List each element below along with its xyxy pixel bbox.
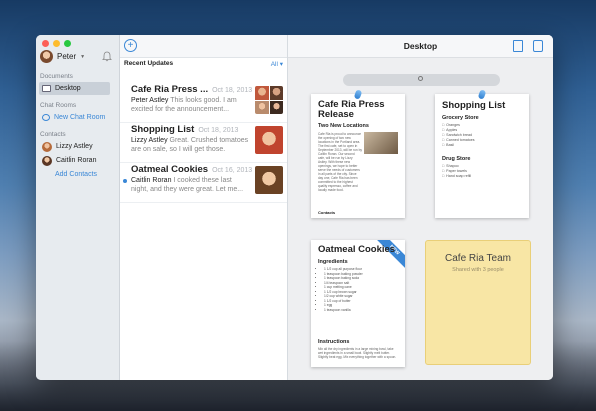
conversation-preview: Lizzy Astley Great. Crushed tomatoes are…	[131, 136, 249, 154]
note-subtitle: Ingredients	[318, 259, 348, 265]
conversation-item[interactable]: Cafe Ria Press ... Oct 18, 2013 Peter Ast…	[120, 82, 287, 123]
documents-section-title: Documents	[40, 73, 73, 80]
sidebar-item-label: New Chat Room	[54, 114, 106, 121]
conversation-author: Lizzy Astley	[131, 137, 168, 144]
chat-rooms-section-title: Chat Rooms	[40, 102, 77, 109]
member-avatar	[255, 86, 269, 100]
new-chat-button[interactable]: +	[124, 39, 137, 52]
chat-bubble-icon	[42, 114, 50, 121]
note-oatmeal-cookies[interactable]: NEW Oatmeal Cookies Ingredients 1 1/2 cu…	[311, 240, 405, 367]
desktop-icon	[42, 85, 51, 92]
folder-subtitle: Shared with 3 people	[452, 267, 504, 273]
chevron-down-icon: ▼	[80, 53, 86, 60]
conversation-date: Oct 16, 2013	[212, 167, 253, 174]
folder-title: Cafe Ria Team	[445, 253, 511, 264]
zoom-window-button[interactable]	[64, 40, 71, 47]
conversation-title-text: Cafe Ria Press ...	[131, 84, 209, 95]
recent-updates-panel: + Recent Updates All ▾ Cafe Ria Press ..…	[120, 35, 288, 380]
add-document-icon[interactable]	[513, 40, 523, 52]
note-title: Shopping List	[442, 100, 506, 111]
ingredients-list: 1 1/2 cup all purpose flour 1 teaspoon b…	[318, 267, 363, 312]
note-section: Contacts	[318, 210, 336, 215]
contact-avatar	[42, 155, 52, 166]
note-subtitle: Grocery Store	[442, 115, 479, 121]
contact-avatar	[42, 141, 52, 152]
group-avatar	[255, 86, 283, 114]
add-contacts-link[interactable]: Add Contacts	[39, 168, 110, 181]
search-icon	[418, 76, 423, 81]
filter-label: All	[270, 61, 278, 68]
filter-dropdown[interactable]: All ▾	[271, 60, 283, 68]
minimize-window-button[interactable]	[53, 40, 60, 47]
conversation-title: Cafe Ria Press ... Oct 18, 2013	[131, 84, 252, 95]
note-subtitle: Instructions	[318, 339, 350, 345]
conversation-date: Oct 18, 2013	[198, 127, 239, 134]
sidebar-item-lizzy-astley[interactable]: Lizzy Astley	[39, 140, 110, 153]
user-menu[interactable]: Peter ▼	[40, 50, 85, 63]
recent-updates-header: Recent Updates All ▾	[120, 59, 287, 69]
app-window: Peter ▼ Documents Desktop Chat Rooms New…	[36, 35, 553, 380]
search-bar[interactable]	[343, 74, 500, 86]
note-subtitle: Drug Store	[442, 156, 471, 162]
conversation-item[interactable]: Oatmeal Cookies Oct 16, 2013 Caitlin Rora…	[120, 162, 287, 203]
add-contacts-label: Add Contacts	[55, 171, 98, 178]
contact-avatar	[255, 166, 283, 194]
unread-indicator	[123, 179, 127, 183]
desktop-area: Desktop Cafe Ria Press Release Two New L…	[288, 35, 553, 380]
press-photo	[364, 132, 398, 154]
conversation-preview: Caitlin Roran I cooked these last night,…	[131, 176, 249, 194]
pin-icon	[477, 89, 487, 100]
sidebar-item-label: Desktop	[55, 85, 81, 92]
middle-toolbar: +	[120, 35, 287, 58]
conversation-title-text: Shopping List	[131, 124, 195, 135]
note-title: Cafe Ria Press Release	[318, 99, 385, 120]
conversation-item[interactable]: Shopping List Oct 18, 2013 Lizzy Astley G…	[120, 122, 287, 163]
note-body: Mix all the dry ingredients in a large m…	[318, 347, 397, 359]
list-item: 1 teaspoon vanilla	[324, 308, 363, 313]
member-avatar	[269, 100, 283, 114]
bell-icon[interactable]	[102, 51, 112, 62]
contact-avatar	[255, 126, 283, 154]
sidebar: Peter ▼ Documents Desktop Chat Rooms New…	[36, 35, 120, 380]
note-press-release[interactable]: Cafe Ria Press Release Two New Locations…	[311, 89, 405, 218]
conversation-date: Oct 18, 2013	[212, 87, 253, 94]
compose-icon[interactable]	[533, 40, 543, 52]
list-item: Basil	[442, 143, 475, 148]
close-window-button[interactable]	[42, 40, 49, 47]
conversation-author: Peter Astley	[131, 97, 169, 104]
member-avatar	[255, 100, 269, 114]
sidebar-item-label: Caitlin Roran	[56, 157, 97, 164]
note-body: Cafe Ria is proud to announce the openin…	[318, 132, 362, 192]
desktop-toolbar: Desktop	[288, 35, 553, 58]
drug-list: Shapoo Paper towels Hand soap refill	[442, 164, 471, 179]
conversation-preview: Peter Astley This looks good. I am excit…	[131, 96, 249, 114]
window-controls	[42, 40, 71, 47]
sidebar-item-desktop[interactable]: Desktop	[39, 82, 110, 95]
sidebar-item-label: Lizzy Astley	[56, 143, 93, 150]
list-item: Hand soap refill	[442, 174, 471, 179]
sidebar-item-new-chat-room[interactable]: New Chat Room	[39, 111, 110, 124]
user-avatar	[40, 50, 53, 63]
grocery-list: Oranges Apples Sandwich bread Canned tom…	[442, 123, 475, 148]
list-item: 1 1/2 cup all purpose flour	[324, 267, 363, 272]
contacts-section-title: Contacts	[40, 131, 66, 138]
recent-updates-title: Recent Updates	[124, 60, 174, 67]
conversation-title: Shopping List Oct 18, 2013	[131, 124, 238, 135]
sidebar-item-caitlin-roran[interactable]: Caitlin Roran	[39, 154, 110, 167]
note-subtitle: Two New Locations	[318, 123, 369, 129]
user-name: Peter	[57, 52, 77, 61]
member-avatar	[269, 86, 283, 100]
conversation-title: Oatmeal Cookies Oct 16, 2013	[131, 164, 252, 175]
list-item: 1 teaspoon baking soda	[324, 276, 363, 281]
folder-cafe-ria-team[interactable]: Cafe Ria Team Shared with 3 people	[425, 240, 531, 365]
conversation-title-text: Oatmeal Cookies	[131, 164, 209, 175]
conversation-author: Caitlin Roran	[131, 177, 172, 184]
note-shopping-list[interactable]: Shopping List Grocery Store Oranges Appl…	[435, 89, 529, 218]
note-title: Oatmeal Cookies	[318, 244, 396, 255]
